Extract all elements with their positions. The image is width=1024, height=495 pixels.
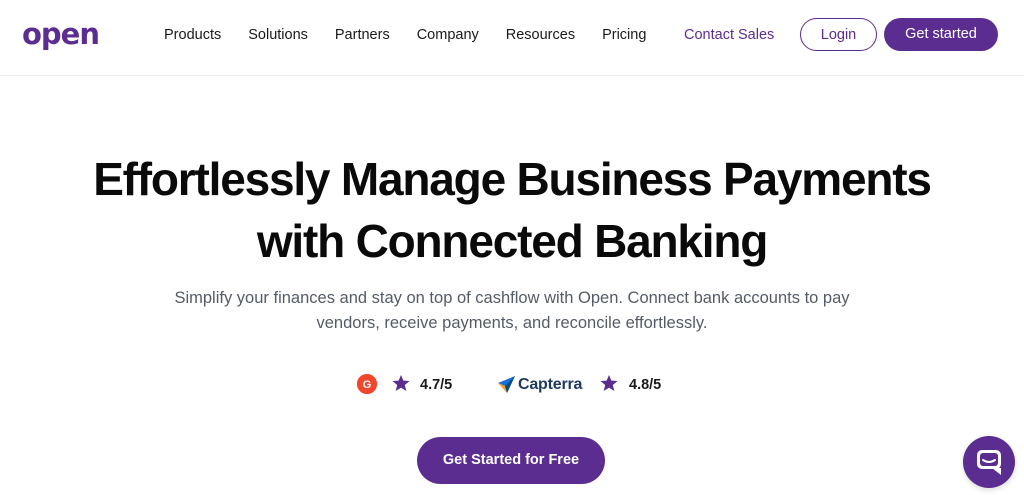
g2-logo-icon: G	[357, 374, 377, 394]
ratings-row: G 4.7/5 Capterra 4.8/5	[0, 373, 1024, 397]
open-logo[interactable]: open	[22, 14, 100, 54]
nav-item-products[interactable]: Products	[164, 24, 221, 46]
star-icon	[600, 375, 618, 391]
hero-title-line-2: with Connected Banking	[256, 215, 768, 267]
chat-bubble-icon	[977, 450, 1001, 475]
nav-item-pricing[interactable]: Pricing	[602, 24, 646, 46]
hero-subtitle: Simplify your finances and stay on top o…	[130, 286, 894, 336]
page: open Products Solutions Partners Company…	[0, 0, 1024, 495]
nav-item-company[interactable]: Company	[417, 24, 479, 46]
nav-item-resources[interactable]: Resources	[506, 24, 575, 46]
chat-widget-button[interactable]	[963, 436, 1015, 488]
svg-text:G: G	[363, 379, 372, 391]
g2-rating-value: 4.7/5	[420, 377, 453, 393]
hero-title-line-1: Effortlessly Manage Business Payments	[93, 153, 932, 205]
capterra-logo: Capterra	[498, 374, 582, 396]
hero-subtitle-line-2: vendors, receive payments, and reconcile…	[316, 314, 708, 332]
hero-title: Effortlessly Manage Business Payments wi…	[0, 148, 1024, 272]
main-nav: Products Solutions Partners Company Reso…	[164, 24, 673, 46]
nav-item-partners[interactable]: Partners	[335, 24, 390, 46]
site-header: open Products Solutions Partners Company…	[0, 0, 1024, 76]
capterra-label: Capterra	[518, 376, 583, 393]
hero-subtitle-line-1: Simplify your finances and stay on top o…	[174, 289, 850, 307]
contact-sales-link[interactable]: Contact Sales	[684, 24, 774, 46]
capterra-rating-value: 4.8/5	[629, 377, 662, 393]
get-started-free-button[interactable]: Get Started for Free	[417, 437, 605, 484]
nav-item-solutions[interactable]: Solutions	[248, 24, 308, 46]
capterra-logo-icon	[498, 376, 515, 393]
login-button[interactable]: Login	[800, 18, 877, 51]
star-icon	[392, 375, 410, 391]
get-started-button[interactable]: Get started	[884, 18, 998, 51]
